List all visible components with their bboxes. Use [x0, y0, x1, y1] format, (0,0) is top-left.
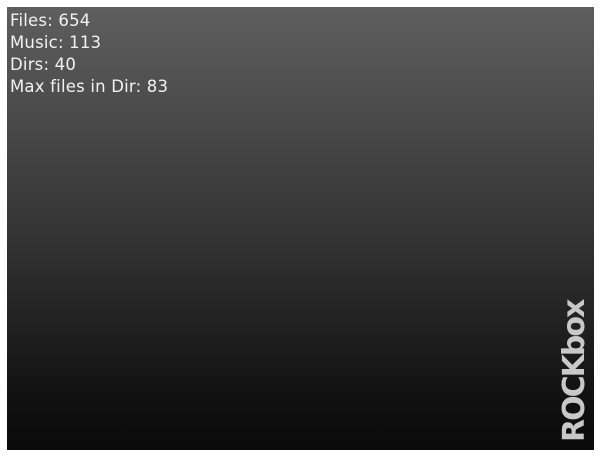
rockbox-logo: ROCKbox [557, 299, 590, 442]
svg-text:ROCKbox: ROCKbox [557, 299, 590, 442]
music-count: Music: 113 [10, 33, 102, 52]
screen: Files: 654 Music: 113 Dirs: 40 Max files… [7, 7, 594, 450]
dirs-count: Dirs: 40 [10, 55, 77, 74]
max-files-in-dir: Max files in Dir: 83 [10, 77, 169, 96]
file-stats-panel: Files: 654 Music: 113 Dirs: 40 Max files… [10, 10, 168, 98]
files-count: Files: 654 [10, 11, 91, 30]
